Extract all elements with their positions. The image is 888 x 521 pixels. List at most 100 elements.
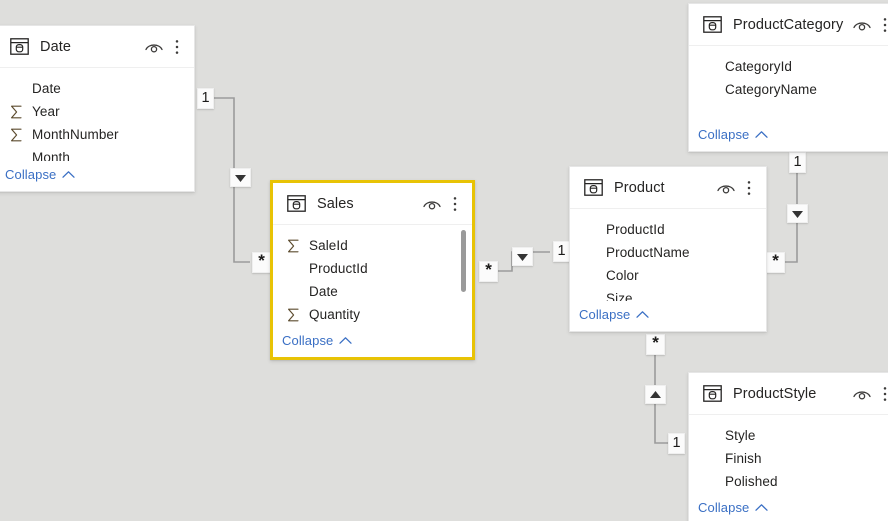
table-icon (287, 195, 306, 212)
more-options-button-product[interactable] (742, 180, 755, 196)
table-title-productcategory: ProductCategory (733, 17, 852, 33)
field-label: ProductId (309, 261, 368, 276)
table-title-sales: Sales (317, 196, 422, 212)
field-label: ProductId (606, 222, 665, 237)
field-row[interactable]: ProductId (273, 257, 472, 280)
table-card-productcategory[interactable]: ProductCategory CategoryId (688, 3, 888, 152)
collapse-row-productcategory[interactable]: Collapse (689, 121, 888, 151)
cardinality-badge-one-productcategory-product[interactable]: 1 (789, 152, 806, 173)
field-label: CategoryName (725, 82, 817, 97)
field-label: Size (606, 291, 633, 301)
filter-direction-product-productstyle[interactable] (645, 385, 666, 404)
table-header-productcategory[interactable]: ProductCategory (689, 4, 888, 46)
table-header-productstyle[interactable]: ProductStyle (689, 373, 888, 415)
field-row[interactable]: Style (689, 424, 888, 447)
field-list-productstyle: Style Finish Polished (689, 415, 888, 494)
cardinality-badge-one-date-sales[interactable]: 1 (197, 88, 214, 109)
sigma-aggregate-icon (287, 239, 300, 253)
table-icon (703, 385, 722, 402)
more-options-button-sales[interactable] (448, 196, 461, 212)
field-label: Month (32, 150, 70, 161)
table-card-productstyle[interactable]: ProductStyle Style (688, 372, 888, 521)
filter-arrow-down-icon (234, 173, 247, 183)
sigma-aggregate-icon (287, 308, 300, 322)
cardinality-badge-many-product-productstyle[interactable]: * (646, 334, 665, 355)
eye-icon (144, 40, 164, 54)
field-row[interactable]: SaleId (273, 234, 472, 257)
sigma-aggregate-icon (10, 128, 23, 142)
table-header-date[interactable]: Date (0, 26, 194, 68)
table-icon (10, 38, 29, 55)
more-options-button-productcategory[interactable] (878, 17, 888, 33)
chevron-up-icon (339, 336, 352, 345)
more-options-icon (879, 386, 888, 402)
field-list-date: Date Year MonthNumber (0, 68, 194, 161)
table-icon (703, 16, 722, 33)
cardinality-badge-many-date-sales[interactable]: * (252, 252, 271, 273)
more-options-icon (449, 196, 461, 212)
field-row[interactable]: CategoryId (689, 55, 888, 78)
table-title-date: Date (40, 39, 144, 55)
field-label: Polished (725, 474, 778, 489)
field-row[interactable]: CategoryName (689, 78, 888, 101)
table-header-product[interactable]: Product (570, 167, 766, 209)
field-row[interactable]: MonthNumber (0, 123, 194, 146)
hide-table-button-product[interactable] (716, 181, 742, 195)
eye-icon (852, 387, 872, 401)
collapse-label: Collapse (282, 333, 333, 348)
hide-table-button-productcategory[interactable] (852, 18, 878, 32)
table-header-sales[interactable]: Sales (273, 183, 472, 225)
field-label: Finish (725, 451, 762, 466)
filter-arrow-down-icon (791, 209, 804, 219)
model-view-canvas[interactable]: 1 * * 1 1 * * 1 (0, 0, 888, 521)
collapse-label: Collapse (698, 127, 749, 142)
collapse-row-date[interactable]: Collapse (0, 161, 194, 191)
more-options-button-productstyle[interactable] (878, 386, 888, 402)
table-card-date[interactable]: Date Date (0, 25, 195, 192)
hide-table-button-sales[interactable] (422, 197, 448, 211)
field-row[interactable]: ProductName (570, 241, 766, 264)
filter-direction-productcategory-product[interactable] (787, 204, 808, 223)
field-row[interactable]: Date (273, 280, 472, 303)
field-list-product: ProductId ProductName Color Size (570, 209, 766, 301)
more-options-icon (171, 39, 183, 55)
cardinality-badge-one-product-productstyle[interactable]: 1 (668, 433, 685, 454)
field-label: Date (309, 284, 338, 299)
collapse-row-productstyle[interactable]: Collapse (689, 494, 888, 521)
field-label: SaleId (309, 238, 348, 253)
field-list-productcategory: CategoryId CategoryName (689, 46, 888, 121)
chevron-up-icon (755, 503, 768, 512)
cardinality-badge-many-sales-product[interactable]: * (479, 261, 498, 282)
eye-icon (852, 18, 872, 32)
field-row[interactable]: Size (570, 287, 766, 301)
field-row[interactable]: ProductId (570, 218, 766, 241)
cardinality-badge-one-sales-product[interactable]: 1 (553, 241, 570, 262)
field-list-scrollbar[interactable] (461, 230, 466, 292)
field-row[interactable]: Quantity (273, 303, 472, 326)
table-title-productstyle: ProductStyle (733, 386, 852, 402)
table-card-sales[interactable]: Sales (270, 180, 475, 360)
field-row[interactable]: Date (0, 77, 194, 100)
field-row[interactable]: Polished (689, 470, 888, 493)
sigma-aggregate-icon (10, 105, 23, 119)
filter-direction-date-sales[interactable] (230, 168, 251, 187)
filter-arrow-down-icon (516, 252, 529, 262)
table-card-product[interactable]: Product ProductId (569, 166, 767, 332)
hide-table-button-productstyle[interactable] (852, 387, 878, 401)
collapse-label: Collapse (5, 167, 56, 182)
collapse-row-sales[interactable]: Collapse (273, 327, 472, 357)
field-label: MonthNumber (32, 127, 119, 142)
eye-icon (422, 197, 442, 211)
field-row[interactable]: Year (0, 100, 194, 123)
field-row[interactable]: Color (570, 264, 766, 287)
field-label: Year (32, 104, 60, 119)
cardinality-badge-many-productcategory-product[interactable]: * (766, 252, 785, 273)
hide-table-button-date[interactable] (144, 40, 170, 54)
filter-direction-sales-product[interactable] (512, 247, 533, 266)
more-options-button-date[interactable] (170, 39, 183, 55)
sigma-slot (287, 239, 309, 253)
chevron-up-icon (62, 170, 75, 179)
collapse-row-product[interactable]: Collapse (570, 301, 766, 331)
field-row[interactable]: Month (0, 146, 194, 161)
field-row[interactable]: Finish (689, 447, 888, 470)
